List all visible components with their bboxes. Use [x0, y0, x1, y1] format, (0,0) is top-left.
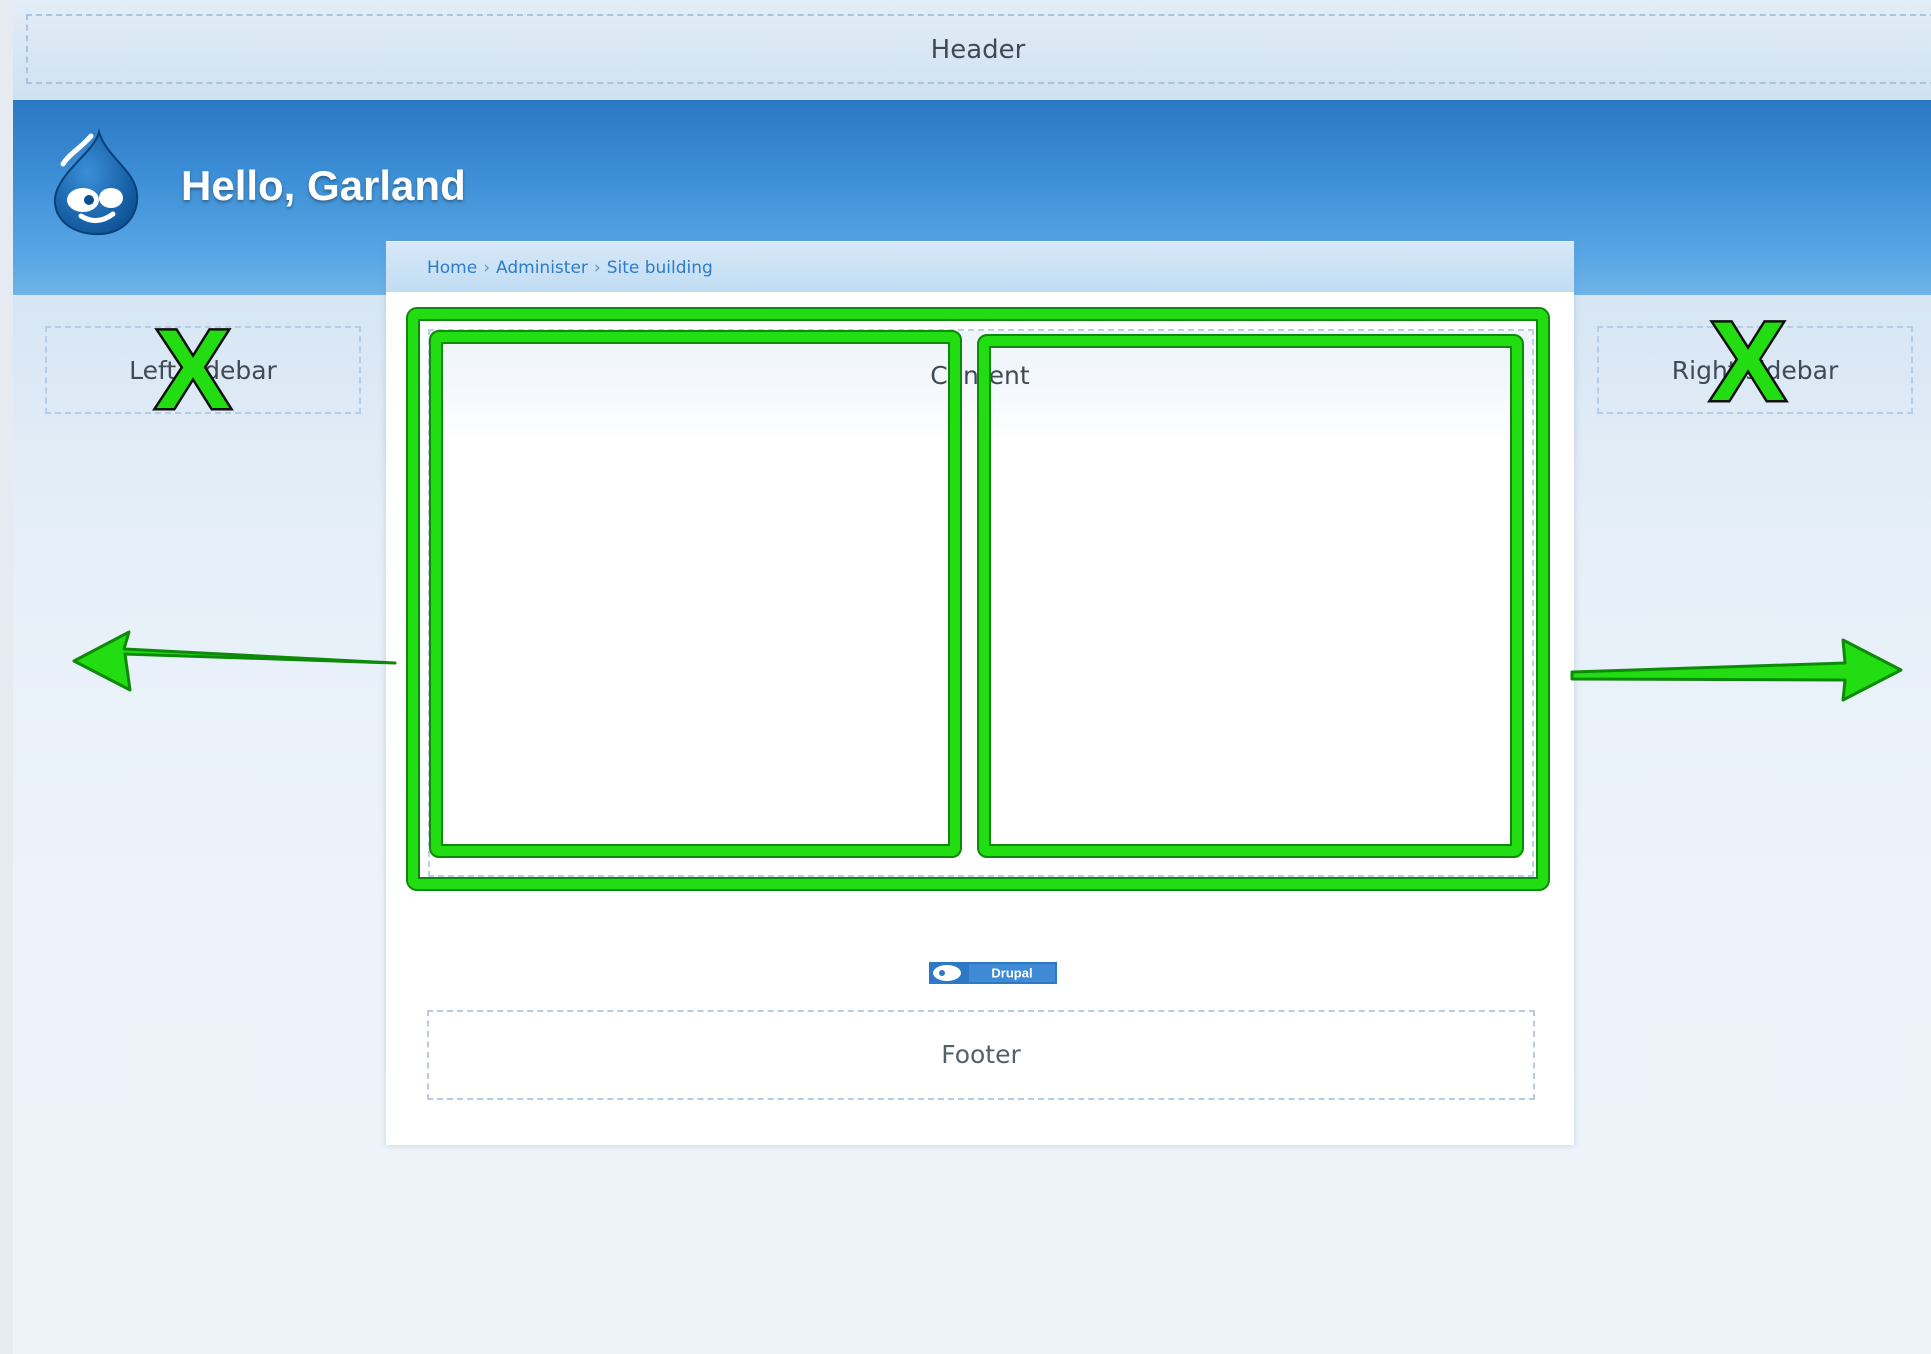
- breadcrumb-bar: Home › Administer › Site building: [386, 241, 1574, 292]
- breadcrumb: Home › Administer › Site building: [427, 258, 713, 278]
- left-sidebar-label: Left sidebar: [129, 356, 277, 385]
- drupal-page: Header Hello, Garland Left sidebar Right…: [13, 0, 1931, 1354]
- left-sidebar-region: Left sidebar: [45, 326, 361, 414]
- screenshot-stage: Header Hello, Garland Left sidebar Right…: [0, 0, 1931, 1354]
- breadcrumb-separator: ›: [593, 258, 601, 278]
- drupal-badge-label: Drupal: [991, 966, 1032, 981]
- site-name[interactable]: Hello, Garland: [181, 162, 466, 210]
- right-sidebar-region: Right sidebar: [1597, 326, 1913, 414]
- breadcrumb-administer-link[interactable]: Administer: [496, 258, 588, 278]
- breadcrumb-home-link[interactable]: Home: [427, 258, 477, 278]
- content-region: [428, 329, 1534, 877]
- content-region-label: Content: [930, 361, 1030, 390]
- drupal-logo-icon[interactable]: [47, 128, 143, 238]
- right-sidebar-label: Right sidebar: [1671, 356, 1839, 385]
- footer-region: Footer: [427, 1010, 1535, 1100]
- header-region-label: Header: [930, 35, 1026, 65]
- powered-by-drupal-badge[interactable]: Drupal: [929, 962, 1057, 984]
- footer-region-label: Footer: [941, 1040, 1021, 1069]
- breadcrumb-site-building-link[interactable]: Site building: [607, 258, 713, 278]
- main-column: Home › Administer › Site building Content Dr…: [386, 241, 1574, 1145]
- breadcrumb-separator: ›: [483, 258, 491, 278]
